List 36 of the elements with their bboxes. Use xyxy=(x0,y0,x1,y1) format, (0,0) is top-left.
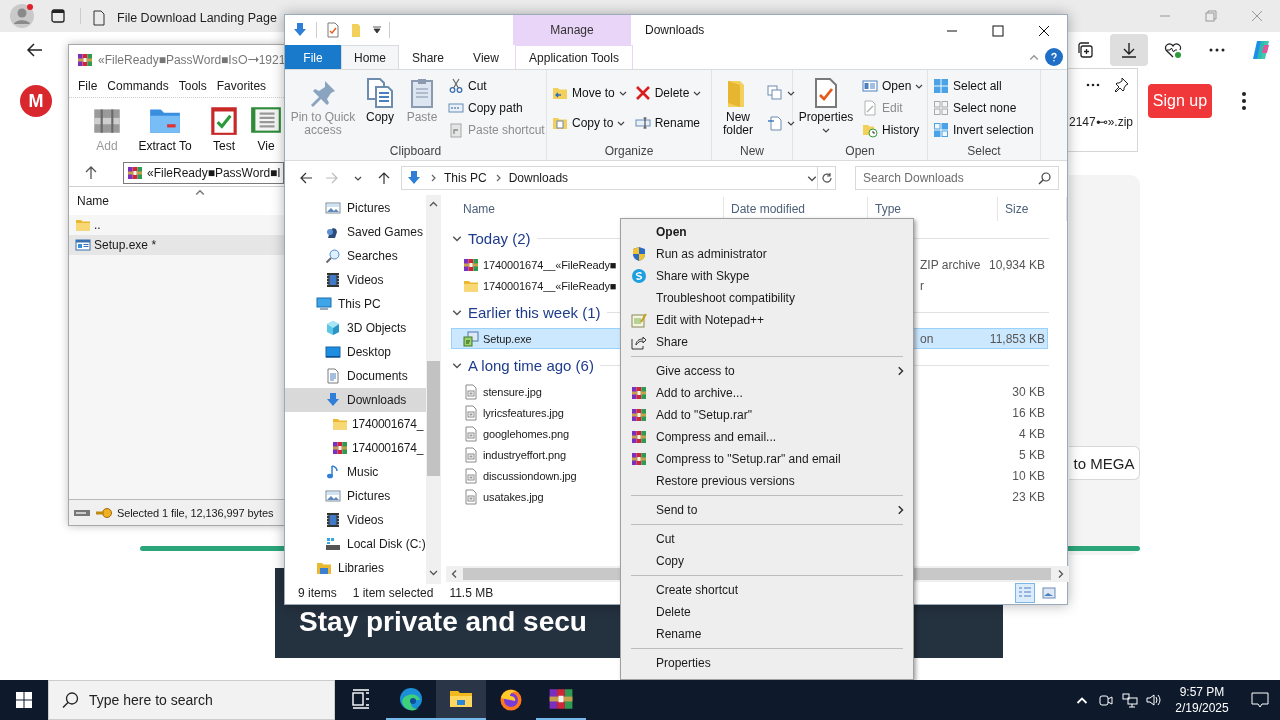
file-size: 10 KB xyxy=(1011,468,1045,483)
file-type: r xyxy=(919,278,925,293)
file-name: lyricsfeatures.jpg xyxy=(483,406,564,419)
group-label: Open xyxy=(844,144,876,160)
window-title: «FileReady■PassWord■Is⭘➝1921 xyxy=(98,53,286,67)
file-name: industryeffort.png xyxy=(483,448,566,461)
group-label: Select xyxy=(966,144,1002,160)
file-size: 16 KB xyxy=(1011,405,1045,420)
context-tab-header: Manage xyxy=(513,15,631,45)
file-size: 4 KB xyxy=(1018,426,1045,441)
tab-title: File Download Landing Page xyxy=(117,11,277,25)
file-size: 10,934 KB xyxy=(987,257,1045,272)
group-label: Organize xyxy=(603,144,655,160)
file-type: ZIP archive xyxy=(919,257,982,272)
group-label: Clipboard xyxy=(388,144,443,160)
status-text: Selected 1 file, 12,136,997 bytes xyxy=(117,506,274,519)
time: 9:57 PM xyxy=(1179,684,1225,700)
item-count: 9 items xyxy=(298,586,337,600)
file-size: 11,853 KB xyxy=(988,331,1045,346)
banner-heading: Stay private and secu xyxy=(299,606,587,638)
file-size: 30 KB xyxy=(1011,384,1045,399)
date: 2/19/2025 xyxy=(1175,700,1229,716)
file-size: 23 KB xyxy=(1011,489,1045,504)
file-name: 1740001674__«FileReady■ xyxy=(483,279,617,292)
file-name: discussiondown.jpg xyxy=(483,469,577,482)
file-size: 5 KB xyxy=(1018,447,1045,462)
file-name: Setup.exe xyxy=(483,332,532,345)
file-name: usatakes.jpg xyxy=(483,490,544,503)
file-name: stensure.jpg xyxy=(483,385,542,398)
file-name: 1740001674__«FileReady■ xyxy=(483,258,617,271)
group-label: New xyxy=(739,144,765,160)
selection-size: 11.5 MB xyxy=(449,586,494,600)
selection-info: 1 item selected xyxy=(352,586,434,600)
file-name: googlehomes.png xyxy=(483,427,569,440)
window-title: Downloads xyxy=(644,22,706,39)
file-type: on xyxy=(919,331,935,346)
